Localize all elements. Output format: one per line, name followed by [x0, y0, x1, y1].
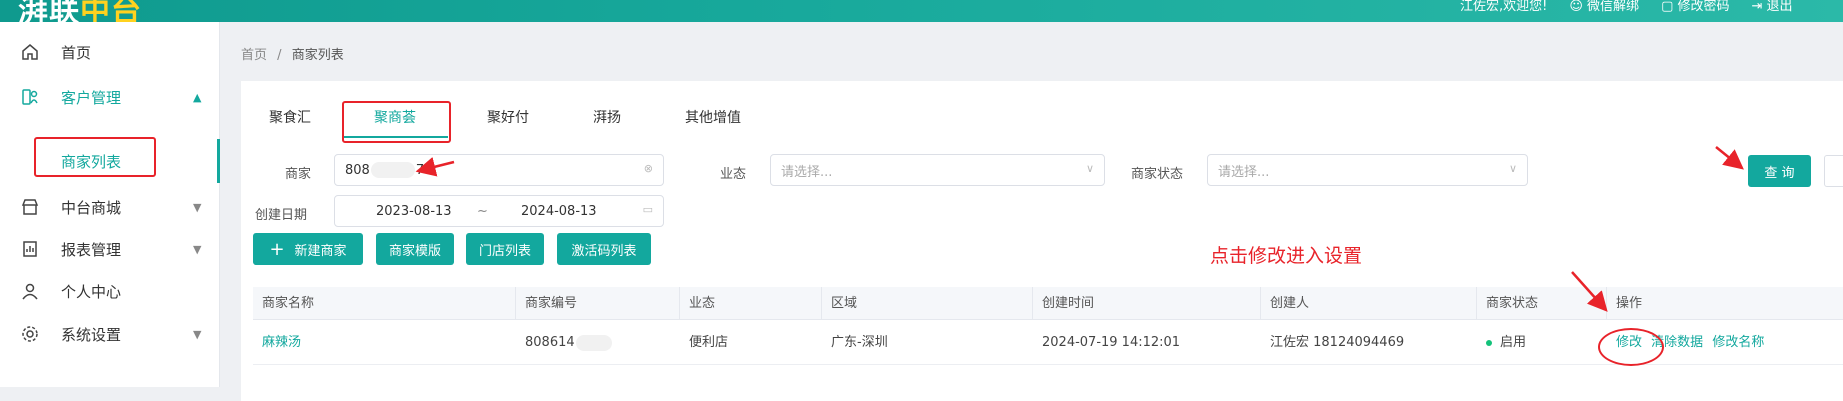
- chevron-down-icon: ▼: [193, 327, 202, 341]
- annotation-text: 点击修改进入设置: [1210, 245, 1363, 267]
- home-icon: [20, 42, 40, 62]
- reset-button[interactable]: [1824, 155, 1843, 187]
- date-start: 2023-08-13: [376, 203, 452, 219]
- status-dot-icon: [1486, 339, 1492, 346]
- created-time-cell: 2024-07-19 14:12:01: [1042, 335, 1181, 350]
- breadcrumb-current: 商家列表: [291, 48, 344, 63]
- sidebar-item-label: 客户管理: [61, 88, 122, 107]
- redacted-blur: [575, 334, 612, 351]
- sidebar-item-mall[interactable]: 中台商城 ▼: [0, 183, 220, 231]
- activation-code-list-button[interactable]: 激活码列表: [557, 233, 651, 265]
- customer-icon: [20, 87, 40, 107]
- column-header: 商家状态: [1477, 287, 1607, 320]
- industry-cell: 便利店: [689, 335, 729, 350]
- change-password-link[interactable]: ▢ 修改密码: [1661, 0, 1729, 14]
- tab-other-services[interactable]: 其他增值: [685, 107, 741, 127]
- rename-link[interactable]: 修改名称: [1712, 335, 1764, 350]
- date-separator: ~: [477, 203, 488, 219]
- column-header: 操作: [1616, 296, 1643, 311]
- breadcrumb-home[interactable]: 首页: [241, 48, 267, 63]
- creator-cell: 江佐宏 18124094469: [1270, 335, 1405, 350]
- tab-paiyang[interactable]: 湃扬: [593, 107, 621, 127]
- sidebar-item-label: 报表管理: [61, 240, 122, 259]
- column-header: 业态: [680, 287, 822, 320]
- report-icon: [20, 239, 40, 259]
- active-indicator: [217, 139, 220, 183]
- tab-juhaofu[interactable]: 聚好付: [487, 107, 529, 127]
- date-range-picker[interactable]: 2023-08-13 ~ 2024-08-13 ▭: [334, 195, 664, 227]
- user-icon: [20, 281, 40, 301]
- region-cell: 广东-深圳: [831, 335, 888, 350]
- gear-icon: [20, 324, 40, 344]
- plus-icon: +: [269, 238, 285, 260]
- new-merchant-button[interactable]: + 新建商家: [253, 233, 363, 265]
- store-list-button[interactable]: 门店列表: [466, 233, 544, 265]
- column-header: 创建时间: [1033, 287, 1261, 320]
- sidebar-item-label: 首页: [61, 43, 92, 62]
- chevron-down-icon: ▼: [193, 242, 202, 256]
- breadcrumb-separator: /: [277, 48, 282, 63]
- sidebar: 首页 客户管理 ▲ 商家列表 中台商城 ▼ 报表管理 ▼ 个人中心 系统设置 ▼: [0, 22, 220, 387]
- column-header: 商家名称: [253, 287, 516, 320]
- chevron-up-icon: ▲: [193, 90, 202, 104]
- sidebar-item-home[interactable]: 首页: [0, 28, 220, 76]
- tab-jushihui[interactable]: 聚食汇: [269, 107, 311, 127]
- industry-label: 业态: [720, 167, 747, 182]
- breadcrumb: 首页 / 商家列表: [241, 44, 344, 63]
- welcome-text: 江佐宏,欢迎您!: [1460, 0, 1548, 14]
- column-header: 商家编号: [516, 287, 680, 320]
- calendar-icon: ▭: [642, 203, 653, 216]
- annotation-box-tab: [342, 101, 451, 143]
- wechat-unbind-link[interactable]: ☺ 微信解绑: [1569, 0, 1639, 14]
- merchant-name-link[interactable]: 麻辣汤: [253, 320, 301, 365]
- sidebar-item-profile[interactable]: 个人中心: [0, 267, 220, 315]
- store-icon: [20, 197, 40, 217]
- industry-select[interactable]: 请选择... ∨: [770, 154, 1105, 186]
- sidebar-item-label: 系统设置: [61, 325, 122, 344]
- date-label: 创建日期: [255, 208, 308, 223]
- clear-icon[interactable]: ⊗: [644, 162, 653, 175]
- header-actions: 江佐宏,欢迎您! ☺ 微信解绑 ▢ 修改密码 ⇥ 退出: [1460, 0, 1793, 14]
- column-header: 区域: [822, 287, 1033, 320]
- sidebar-item-settings[interactable]: 系统设置 ▼: [0, 310, 220, 358]
- status-cell: 启用: [1477, 320, 1526, 365]
- chevron-down-icon: ∨: [1085, 162, 1094, 175]
- sidebar-item-reports[interactable]: 报表管理 ▼: [0, 225, 220, 273]
- date-end: 2024-08-13: [521, 203, 597, 219]
- annotation-box-sidebar: [34, 137, 156, 177]
- column-header: 创建人: [1261, 287, 1477, 320]
- status-select[interactable]: 请选择... ∨: [1207, 154, 1528, 186]
- logout-link[interactable]: ⇥ 退出: [1752, 0, 1793, 14]
- top-header: 湃联中台 江佐宏,欢迎您! ☺ 微信解绑 ▢ 修改密码 ⇥ 退出: [0, 0, 1843, 29]
- sidebar-item-label: 个人中心: [61, 282, 122, 301]
- sidebar-item-customer-management[interactable]: 客户管理 ▲: [0, 73, 220, 121]
- merchant-template-button[interactable]: 商家模版: [376, 233, 454, 265]
- merchant-code: 808614: [516, 320, 613, 365]
- redacted-blur: [370, 162, 415, 178]
- merchant-label: 商家: [285, 167, 312, 182]
- sidebar-item-label: 中台商城: [61, 198, 122, 217]
- query-button[interactable]: 查 询: [1748, 155, 1811, 187]
- main-card: 聚食汇 聚商荟 聚好付 湃扬 其他增值 商家 808 74 ⊗ 业态 请选择...…: [241, 81, 1843, 401]
- annotation-ellipse: [1598, 328, 1664, 366]
- chevron-down-icon: ∨: [1508, 162, 1517, 175]
- merchant-input[interactable]: 808 74 ⊗: [334, 154, 664, 186]
- status-label: 商家状态: [1131, 167, 1184, 182]
- table-header: 商家名称 商家编号 业态 区域 创建时间 创建人 商家状态 操作: [253, 287, 1843, 320]
- chevron-down-icon: ▼: [193, 200, 202, 214]
